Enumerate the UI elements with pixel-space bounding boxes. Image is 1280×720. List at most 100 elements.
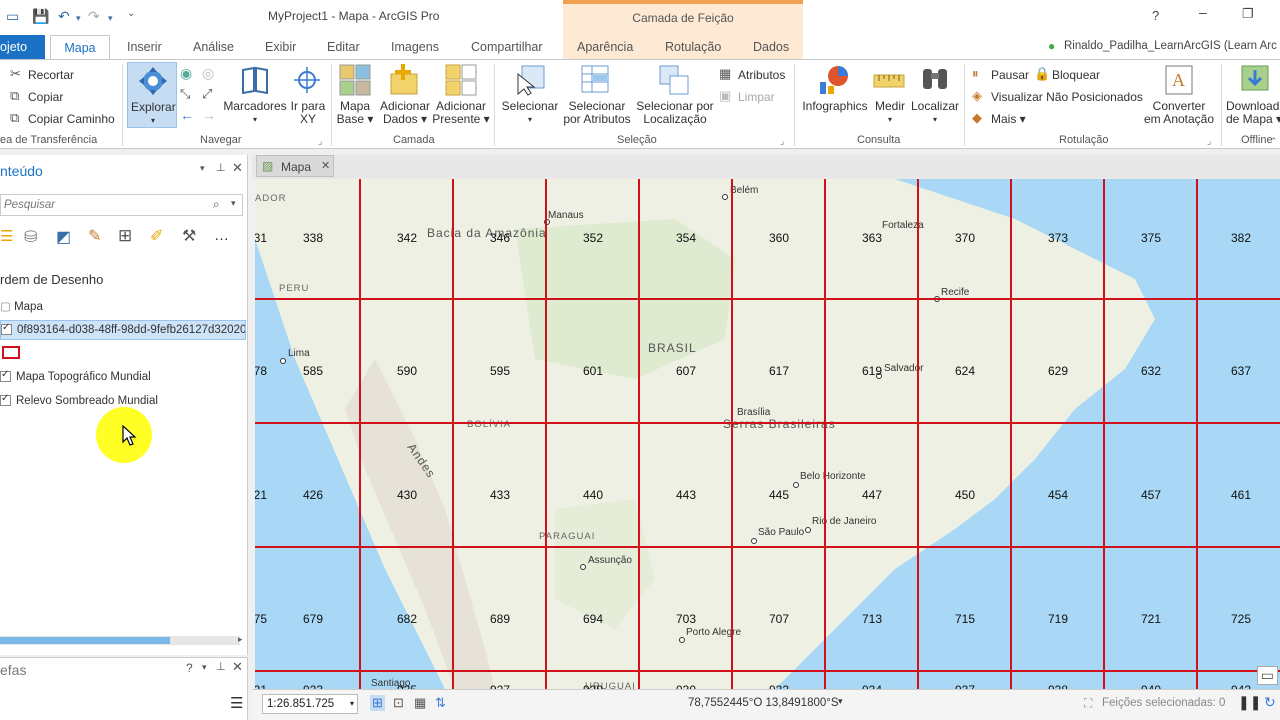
search-icon[interactable]: ⌕ [213,197,220,212]
dialog-launcher-icon[interactable]: ⌟ [318,136,322,147]
new-project-icon[interactable]: ▭ [6,8,19,25]
user-name[interactable]: Rinaldo_Padilha_LearnArcGIS (Learn Arc [1064,40,1277,52]
search-dropdown-icon[interactable]: ▾ [231,198,236,209]
grid-cell-number: 617 [769,364,789,378]
minimize-icon[interactable]: – [1199,4,1207,20]
infographics-button[interactable]: Infographics [800,100,870,113]
tab-projeto[interactable]: ojeto [0,35,45,59]
locate-button[interactable]: Localizar [908,100,962,113]
list-by-perspective-icon[interactable]: ⚒ [182,226,196,246]
add-preset-button[interactable]: Adicionar Presente ▾ [432,100,490,126]
list-by-drawing-order-icon[interactable]: ☰ [0,227,13,245]
table-icon[interactable]: ▦ [414,695,426,711]
help-icon[interactable]: ? [1152,8,1159,23]
pause-drawing-icon[interactable]: ❚❚ [1238,694,1261,711]
view-unplaced-button[interactable]: Visualizar Não Posicionados [991,90,1143,104]
map-root-row[interactable]: ▢ Mapa [0,299,43,313]
layer-visibility-checkbox[interactable] [0,369,11,383]
select-by-location-button[interactable]: Selecionar por Localização [634,100,716,126]
more-button[interactable]: Mais ▾ [991,112,1026,126]
close-icon[interactable]: ✕ [232,659,243,675]
selection-icon: ⛶ [1084,696,1093,710]
forward-icon[interactable]: → [202,107,216,123]
globe-full-icon[interactable]: ◎ [202,65,214,82]
refresh-icon[interactable]: ↻ [1264,694,1276,711]
goto-xy-button[interactable]: Ir para XY [287,100,329,126]
scroll-right-icon[interactable]: ▸ [238,634,243,645]
save-icon[interactable]: 💾 [32,8,49,25]
goto-xy-icon [294,67,320,93]
sync-icon[interactable]: ⇅ [435,695,446,711]
back-icon[interactable]: ← [180,107,194,123]
fixed-scale-icon[interactable]: ⊞ [370,695,385,711]
zoom-in-fixed-icon[interactable]: ⤡ [180,86,190,102]
close-icon[interactable]: ✕ [321,159,330,172]
layer-row-grid[interactable]: 0f893164-d038-48ff-98dd-9fefb26127d32020… [0,320,246,340]
tab-imagens[interactable]: Imagens [391,40,439,54]
map-view[interactable]: Belém Manaus Fortaleza Recife Salvador Brasíl… [255,179,1280,689]
horizontal-scrollbar[interactable] [0,636,240,645]
tab-editar[interactable]: Editar [327,40,360,54]
cut-button[interactable]: Recortar [28,68,74,82]
tab-inserir[interactable]: Inserir [127,40,162,54]
copy-button[interactable]: Copiar [28,90,63,104]
tab-mapa[interactable]: Mapa [50,35,110,61]
copy-path-button[interactable]: Copiar Caminho [28,112,115,126]
restore-icon[interactable]: ❐ [1242,6,1254,22]
measure-button[interactable]: Medir [870,100,910,113]
tab-rotulacao[interactable]: Rotulação [665,40,721,54]
lock-button[interactable]: Bloquear [1052,68,1100,82]
bookmarks-button[interactable]: Marcadores [222,100,288,113]
tab-compartilhar[interactable]: Compartilhar [471,40,543,54]
scale-select[interactable]: 1:26.851.725 ▾ [262,694,358,714]
layer-row-topo[interactable]: Mapa Topográfico Mundial [0,369,151,383]
help-icon[interactable]: ? [186,661,193,675]
select-by-attributes-button[interactable]: Selecionar por Atributos [560,100,634,126]
download-map-button[interactable]: Download de Mapa ▾ [1226,100,1280,126]
zoom-out-fixed-icon[interactable]: ⤢ [202,86,212,102]
coordinates-dropdown-icon[interactable]: ▾ [838,696,843,707]
map-view-tab[interactable]: ▨ Mapa ✕ [256,155,334,177]
customize-qat-icon[interactable]: ⌄ [127,8,135,19]
scrollbar-thumb[interactable] [0,637,170,644]
add-data-button[interactable]: Adicionar Dados ▾ [378,100,432,126]
basemap-button[interactable]: Mapa Base ▾ [334,100,376,126]
list-by-labeling-icon[interactable]: ✐ [150,226,163,246]
pause-button[interactable]: Pausar [991,68,1029,82]
layer-visibility-checkbox[interactable] [0,393,11,407]
tab-dados[interactable]: Dados [753,40,789,54]
select-button[interactable]: Selecionar [500,100,560,113]
map-overlay-icon[interactable]: ▭ [1256,666,1278,685]
clear-button[interactable]: Limpar [738,90,775,104]
tab-aparencia[interactable]: Aparência [577,40,633,54]
undo-icon[interactable]: ↶ [58,8,70,25]
list-by-editing-icon[interactable]: ✎ [88,226,101,246]
hamburger-menu-icon[interactable]: ☰ [230,694,243,712]
tab-exibir[interactable]: Exibir [265,40,296,54]
pin-icon[interactable]: ⊥ [216,161,226,174]
tab-analise[interactable]: Análise [193,40,234,54]
convert-annotation-button[interactable]: Converter em Anotação [1140,100,1218,126]
attributes-button[interactable]: Atributos [738,68,785,82]
layer-visibility-checkbox[interactable] [1,322,12,336]
globe-icon[interactable]: ◉ [180,65,192,82]
layer-symbol-swatch[interactable] [2,346,20,359]
search-input[interactable]: Pesquisar ⌕ ▾ [0,194,243,216]
layer-row-hillshade[interactable]: Relevo Sombreado Mundial [0,393,158,407]
list-by-snapping-icon[interactable]: ⊞ [118,226,132,246]
list-by-selection-icon[interactable]: ◩ [56,227,71,247]
pin-icon[interactable]: ⊥ [216,660,226,673]
pane-menu-icon[interactable]: ▾ [202,662,207,673]
redo-dropdown-icon[interactable]: ▾ [108,13,113,24]
explore-button[interactable]: Explorar ▾ [127,62,177,128]
pane-menu-icon[interactable]: ▾ [200,163,205,174]
dialog-launcher-icon[interactable]: ⌟ [780,136,784,147]
collapse-ribbon-icon[interactable]: ⌃ [1270,136,1278,147]
more-options-icon[interactable]: … [214,227,230,244]
dialog-launcher-icon[interactable]: ⌟ [1207,136,1211,147]
grid-toggle-icon[interactable]: ⊡ [393,695,404,711]
close-icon[interactable]: ✕ [232,160,243,176]
redo-icon[interactable]: ↷ [88,8,100,25]
undo-dropdown-icon[interactable]: ▾ [76,13,81,24]
list-by-source-icon[interactable]: ⛁ [24,227,37,247]
